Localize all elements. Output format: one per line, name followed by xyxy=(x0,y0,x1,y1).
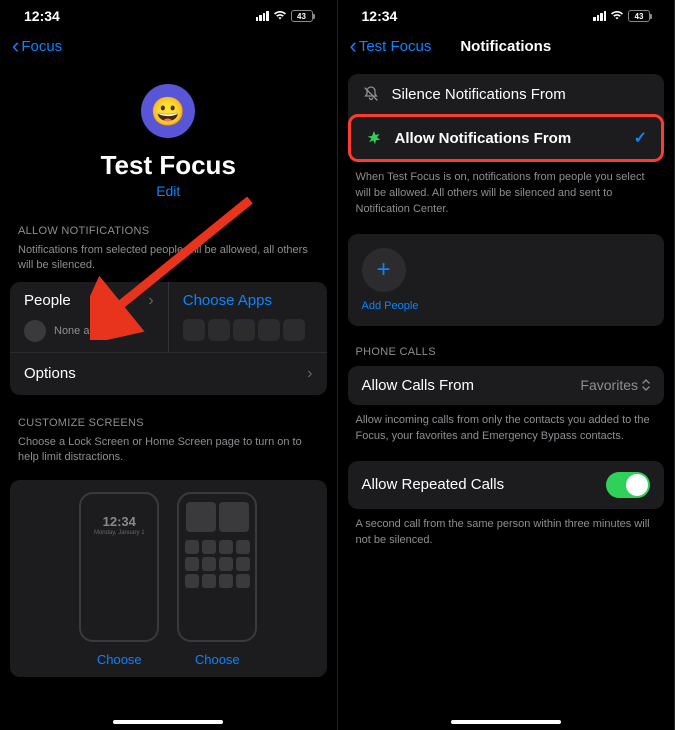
wifi-icon xyxy=(273,9,287,24)
people-cell[interactable]: People › None allowed xyxy=(10,282,169,352)
plus-icon: + xyxy=(376,256,390,284)
app-placeholders xyxy=(183,319,313,341)
cellular-icon xyxy=(593,11,606,21)
repeated-calls-row: Allow Repeated Calls xyxy=(348,461,665,509)
lock-screen-date: Monday, January 1 xyxy=(87,530,151,536)
nav-bar: ‹ Focus xyxy=(0,28,337,64)
notifications-card: People › None allowed Choose Apps Option… xyxy=(10,282,327,395)
add-button[interactable]: + xyxy=(362,248,406,292)
wifi-icon xyxy=(610,9,624,24)
screens-card: 12:34 Monday, January 1 Choose Choose xyxy=(10,480,327,677)
chevron-right-icon: › xyxy=(148,292,153,310)
home-screen-thumb[interactable]: Choose xyxy=(177,492,257,667)
repeated-calls-card: Allow Repeated Calls xyxy=(348,461,665,509)
customize-desc: Choose a Lock Screen or Home Screen page… xyxy=(0,433,337,474)
options-label: Options xyxy=(24,365,76,382)
people-label: People xyxy=(24,292,71,309)
phone-left: 12:34 43 ‹ Focus 😀 Test Focus Edit ALLOW… xyxy=(0,0,338,730)
allow-notifications-desc: Notifications from selected people will … xyxy=(0,241,337,282)
add-people-label: Add People xyxy=(362,300,651,312)
allow-calls-from-row[interactable]: Allow Calls From Favorites xyxy=(348,366,665,405)
chevron-left-icon: ‹ xyxy=(12,35,19,57)
edit-button[interactable]: Edit xyxy=(0,183,337,199)
up-down-chevron-icon xyxy=(642,379,650,392)
back-button[interactable]: ‹ Focus xyxy=(12,35,62,57)
allow-from-row[interactable]: Allow Notifications From ✓ xyxy=(348,114,665,162)
back-label: Test Focus xyxy=(359,38,432,55)
repeated-label: Allow Repeated Calls xyxy=(362,476,595,493)
battery-icon: 43 xyxy=(291,10,313,22)
customize-header: CUSTOMIZE SCREENS xyxy=(0,395,337,433)
back-button[interactable]: ‹ Test Focus xyxy=(350,35,432,57)
back-label: Focus xyxy=(21,38,62,55)
notification-mode-card: Silence Notifications From Allow Notific… xyxy=(348,74,665,162)
bell-slash-icon xyxy=(362,85,380,103)
choose-lock-button[interactable]: Choose xyxy=(79,652,159,667)
checkmark-icon: ✓ xyxy=(634,128,647,148)
focus-emoji-icon: 😀 xyxy=(141,84,195,138)
avatar-placeholder-icon xyxy=(24,320,46,342)
people-sublabel: None allowed xyxy=(54,325,121,337)
phone-right: 12:34 43 ‹ Test Focus Notifications Sile… xyxy=(338,0,675,730)
home-indicator[interactable] xyxy=(451,720,561,724)
apps-label: Choose Apps xyxy=(183,292,272,309)
nav-bar: ‹ Test Focus Notifications xyxy=(338,28,675,64)
status-bar: 12:34 43 xyxy=(338,0,675,28)
allow-desc: When Test Focus is on, notifications fro… xyxy=(338,162,675,220)
repeated-desc: A second call from the same person withi… xyxy=(338,509,675,551)
apps-cell[interactable]: Choose Apps xyxy=(169,282,327,352)
allow-label: Allow Notifications From xyxy=(395,130,622,147)
options-row[interactable]: Options › xyxy=(10,352,327,395)
phone-calls-header: PHONE CALLS xyxy=(338,326,675,362)
home-indicator[interactable] xyxy=(113,720,223,724)
status-time: 12:34 xyxy=(362,8,398,24)
calls-from-label: Allow Calls From xyxy=(362,377,569,394)
status-indicators: 43 xyxy=(256,9,313,24)
battery-icon: 43 xyxy=(628,10,650,22)
repeated-calls-toggle[interactable] xyxy=(606,472,650,498)
silence-label: Silence Notifications From xyxy=(392,86,651,103)
focus-title: Test Focus xyxy=(0,150,337,181)
allow-notifications-header: ALLOW NOTIFICATIONS xyxy=(0,203,337,241)
calls-desc: Allow incoming calls from only the conta… xyxy=(338,405,675,447)
status-bar: 12:34 43 xyxy=(0,0,337,28)
status-indicators: 43 xyxy=(593,9,650,24)
calls-from-card: Allow Calls From Favorites xyxy=(348,366,665,405)
calls-from-value: Favorites xyxy=(580,377,650,393)
status-time: 12:34 xyxy=(24,8,60,24)
add-people-card[interactable]: + Add People xyxy=(348,234,665,326)
chevron-left-icon: ‹ xyxy=(350,35,357,57)
choose-home-button[interactable]: Choose xyxy=(177,652,257,667)
cellular-icon xyxy=(256,11,269,21)
silence-from-row[interactable]: Silence Notifications From xyxy=(348,74,665,114)
lock-screen-thumb[interactable]: 12:34 Monday, January 1 Choose xyxy=(79,492,159,667)
focus-header: 😀 Test Focus Edit xyxy=(0,64,337,203)
lock-screen-time: 12:34 xyxy=(87,514,151,529)
star-burst-icon xyxy=(365,129,383,147)
chevron-right-icon: › xyxy=(307,365,312,383)
